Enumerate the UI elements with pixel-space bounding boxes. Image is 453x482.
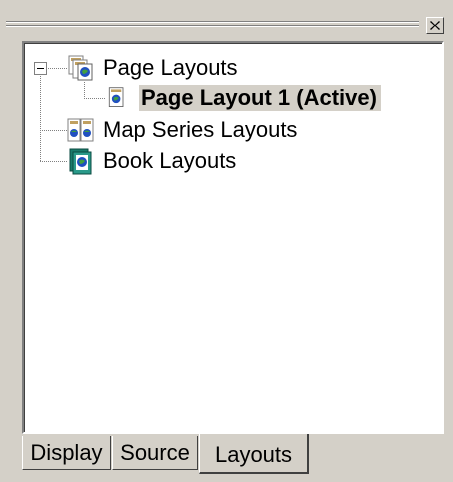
layout-tree[interactable]: Page Layouts Page Layout 1 (Active) Map … [22, 41, 444, 434]
book-layouts-icon [69, 148, 92, 175]
panel-tabs: Display Source Layouts [22, 434, 444, 474]
tree-item-book-layouts[interactable]: Book Layouts [67, 148, 240, 175]
tree-item-label: Book Layouts [103, 148, 237, 173]
layouts-panel: Page Layouts Page Layout 1 (Active) Map … [0, 0, 453, 482]
collapse-toggle-page-layouts[interactable] [34, 62, 47, 75]
tree-item-page-layouts[interactable]: Page Layouts [67, 55, 242, 81]
tree-item-map-series-layouts[interactable]: Map Series Layouts [67, 117, 301, 143]
tab-label: Display [30, 439, 103, 465]
tree-item-label: Page Layouts [103, 55, 238, 80]
tree-item-label: Page Layout 1 (Active) [139, 85, 381, 111]
tab-label: Layouts [214, 442, 293, 467]
tree-item-page-layout-1[interactable]: Page Layout 1 (Active) [105, 85, 381, 111]
page-layouts-icon [68, 55, 93, 81]
close-icon [430, 21, 440, 30]
map-series-layouts-icon [67, 118, 94, 142]
tab-layouts[interactable]: Layouts [199, 434, 309, 474]
tab-display[interactable]: Display [22, 436, 111, 470]
tab-label: Source [120, 439, 190, 465]
grip-line [6, 21, 419, 23]
page-layout-icon [108, 87, 124, 107]
dock-grip[interactable] [6, 20, 419, 29]
tab-source[interactable]: Source [112, 436, 198, 470]
close-button[interactable] [426, 17, 444, 34]
grip-line [6, 25, 419, 27]
tree-item-label: Map Series Layouts [103, 117, 298, 142]
